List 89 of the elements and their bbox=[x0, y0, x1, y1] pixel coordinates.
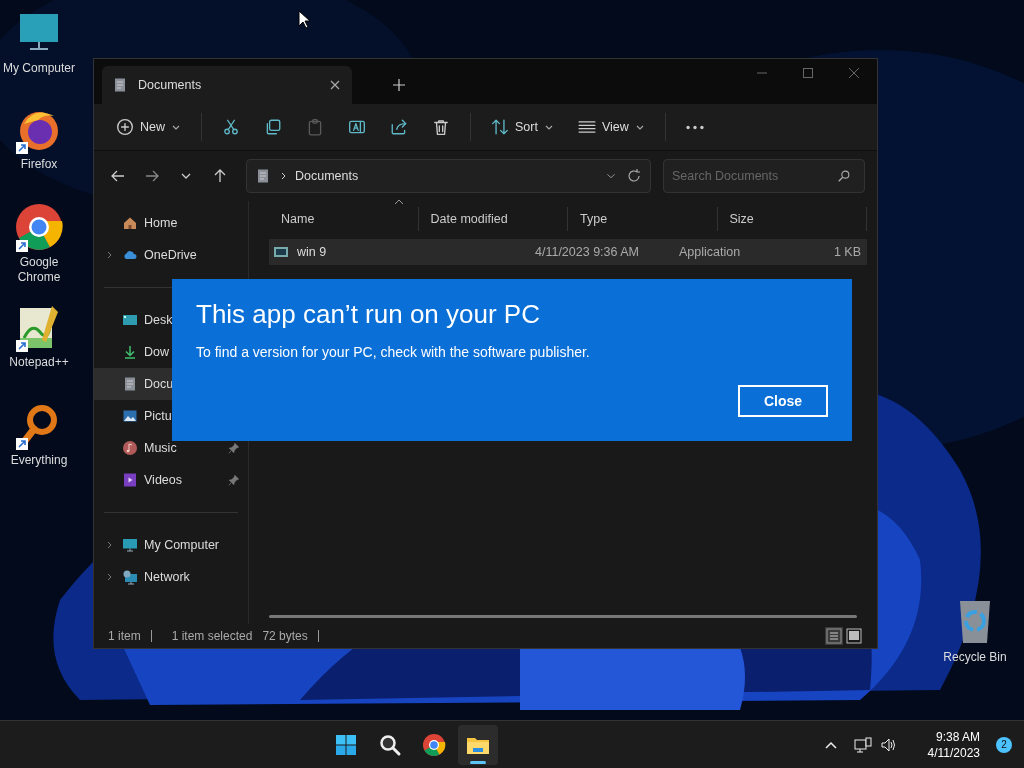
scissors-icon bbox=[222, 118, 240, 136]
status-text: 1 item selected bbox=[171, 628, 253, 645]
window-tab[interactable]: Documents bbox=[102, 66, 352, 104]
music-icon bbox=[122, 440, 138, 456]
plus-circle-icon bbox=[116, 118, 134, 136]
desktop-icon-label[interactable]: Everything bbox=[10, 453, 68, 468]
breadcrumb-item[interactable]: Documents bbox=[295, 166, 596, 186]
table-cell-text: Application bbox=[679, 243, 741, 261]
table-cell-text: 4/11/2023 9:36 AM bbox=[535, 243, 640, 261]
house-icon bbox=[122, 215, 138, 231]
shortcut-arrow-icon bbox=[16, 240, 28, 252]
chevron-right-icon[interactable] bbox=[105, 250, 113, 260]
tab-label: Documents bbox=[138, 76, 203, 94]
network-icon bbox=[122, 569, 138, 585]
network-icon[interactable] bbox=[853, 736, 872, 753]
copy-icon bbox=[264, 118, 282, 136]
shortcut-arrow-icon bbox=[16, 340, 28, 352]
status-text: 72 bytes bbox=[262, 628, 308, 645]
close-icon[interactable] bbox=[328, 78, 342, 92]
more-icon bbox=[685, 124, 704, 130]
file-row[interactable]: win 9 4/11/2023 9:36 AM Application 1 KB bbox=[269, 239, 867, 265]
new-tab-icon[interactable] bbox=[392, 78, 406, 92]
document-icon bbox=[122, 376, 138, 392]
table-cell-text: win 9 bbox=[297, 243, 327, 261]
shortcut-arrow-icon bbox=[16, 142, 28, 154]
maximize-icon[interactable] bbox=[801, 66, 815, 80]
sidebar-item[interactable]: Network bbox=[94, 561, 248, 593]
trash-icon bbox=[432, 118, 450, 136]
search-field[interactable]: Search Documents bbox=[663, 159, 865, 193]
search-icon[interactable] bbox=[837, 169, 851, 183]
sidebar-item[interactable]: Home bbox=[94, 207, 248, 239]
search-icon bbox=[377, 732, 402, 757]
desktop-icon-label[interactable]: Recycle Bin bbox=[943, 650, 1007, 665]
speaker-icon[interactable] bbox=[879, 736, 898, 753]
column-header[interactable]: Type bbox=[580, 209, 608, 229]
desktop-icon-label[interactable]: Google Chrome bbox=[7, 255, 71, 285]
close-icon[interactable] bbox=[847, 66, 861, 80]
arrow-left-icon[interactable] bbox=[110, 168, 126, 184]
start-icon bbox=[333, 732, 358, 757]
taskbar-app[interactable] bbox=[457, 724, 498, 765]
address-bar[interactable]: Documents bbox=[246, 159, 651, 193]
monitor-icon bbox=[122, 312, 138, 328]
list-icon bbox=[577, 118, 596, 136]
video-icon bbox=[122, 472, 138, 488]
chrome-icon[interactable] bbox=[14, 202, 64, 252]
sidebar-item[interactable]: My Computer bbox=[94, 529, 248, 561]
document-icon bbox=[112, 77, 128, 93]
arrow-up-icon[interactable] bbox=[212, 168, 228, 184]
scrollbar[interactable] bbox=[269, 615, 857, 618]
desktop-icon-label[interactable]: Notepad++ bbox=[9, 355, 69, 370]
toolbar-button[interactable]: View bbox=[567, 110, 655, 144]
status-text: 1 item bbox=[108, 628, 141, 645]
desktop-icon-label[interactable]: Firefox bbox=[20, 157, 58, 172]
arrow-right-icon[interactable] bbox=[144, 168, 160, 184]
clock-time[interactable]: 9:38 AM bbox=[927, 728, 980, 745]
details-view-icon bbox=[826, 628, 842, 644]
document-icon bbox=[255, 168, 271, 184]
table-cell-text: 1 KB bbox=[833, 243, 861, 261]
column-header[interactable]: Date modified bbox=[430, 209, 508, 229]
chevron-right-icon[interactable] bbox=[105, 572, 113, 582]
picture-icon bbox=[122, 408, 138, 424]
application-icon bbox=[273, 244, 289, 260]
view-toggle[interactable] bbox=[825, 627, 843, 645]
shortcut-arrow-icon bbox=[16, 438, 28, 450]
share-icon bbox=[390, 118, 408, 136]
monitor-icon bbox=[122, 537, 138, 553]
clipboard-icon bbox=[306, 118, 324, 136]
dialog-title: This app can’t run on your PC bbox=[196, 299, 541, 331]
sidebar-item[interactable]: Videos bbox=[94, 464, 248, 496]
toolbar-button[interactable]: Sort bbox=[481, 110, 564, 144]
chevron-right-icon bbox=[279, 171, 287, 181]
refresh-icon[interactable] bbox=[626, 168, 642, 184]
toolbar-button[interactable]: New bbox=[106, 110, 191, 144]
large-icons-view-icon bbox=[846, 628, 862, 644]
chrome-icon bbox=[421, 732, 446, 757]
view-toggle[interactable] bbox=[845, 627, 863, 645]
clock-date[interactable]: 4/11/2023 bbox=[927, 744, 980, 761]
dialog-message: To find a version for your PC, check with the software publisher. bbox=[196, 343, 591, 363]
chevron-right-icon[interactable] bbox=[105, 540, 113, 550]
cursor-icon bbox=[298, 10, 311, 29]
rename-icon bbox=[348, 118, 366, 136]
column-header[interactable]: Name bbox=[281, 209, 315, 229]
sidebar-item[interactable]: OneDrive bbox=[94, 239, 248, 271]
close-button[interactable]: Close bbox=[738, 385, 828, 417]
download-icon bbox=[122, 344, 138, 360]
notification-badge[interactable]: 2 bbox=[996, 736, 1012, 753]
desktop-icon-label[interactable]: My Computer bbox=[3, 61, 75, 76]
column-header[interactable]: Size bbox=[729, 209, 754, 229]
sort-icon bbox=[491, 118, 509, 136]
